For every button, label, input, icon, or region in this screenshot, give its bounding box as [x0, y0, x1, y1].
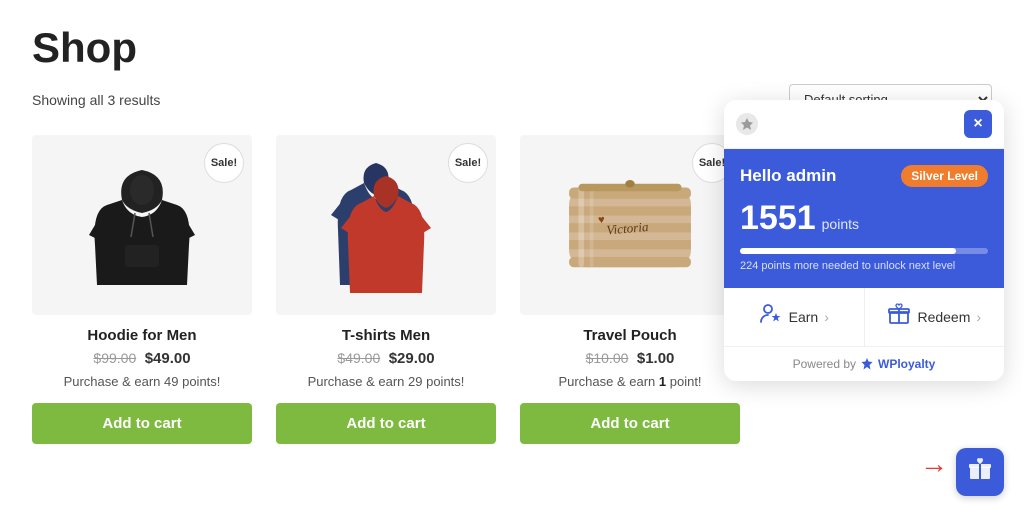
earn-text-tshirts: Purchase & earn 29 points! [276, 374, 496, 389]
redeem-label: Redeem [917, 309, 970, 325]
widget-actions: Earn › Redeem › [724, 288, 1004, 347]
wployalty-brand: WPloyalty [878, 357, 935, 371]
earn-action[interactable]: Earn › [724, 288, 865, 346]
powered-by-text: Powered by [793, 357, 856, 371]
logo-icon [740, 117, 754, 131]
floating-gift-button[interactable] [956, 448, 1004, 496]
widget-hero-top: Hello admin Silver Level [740, 165, 988, 187]
widget-close-button[interactable]: × [964, 110, 992, 138]
product-price-hoodie: $99.00 $49.00 [32, 350, 252, 368]
redeem-action-inner: Redeem › [887, 302, 981, 332]
earn-chevron-icon: › [824, 309, 829, 325]
product-price-tshirts: $49.00 $29.00 [276, 350, 496, 368]
wployalty-logo-icon [736, 113, 758, 135]
widget-topbar: × [724, 100, 1004, 149]
points-next-level-text: 224 points more needed to unlock next le… [740, 260, 988, 272]
points-number: 1551 [740, 199, 816, 238]
redeem-action[interactable]: Redeem › [865, 288, 1005, 346]
product-name-hoodie: Hoodie for Men [32, 327, 252, 344]
earn-icon [759, 302, 783, 332]
product-name-pouch: Travel Pouch [520, 327, 740, 344]
product-card-hoodie: Sale! Hoodie for Men $99 [32, 135, 252, 444]
redeem-svg-icon [887, 302, 911, 326]
widget-footer: Powered by WPloyalty [724, 347, 1004, 381]
points-label: points [822, 216, 859, 232]
gift-icon [967, 456, 993, 488]
price-new-hoodie: $49.00 [145, 350, 191, 367]
svg-text:♥: ♥ [598, 214, 606, 227]
points-progress-bar [740, 248, 988, 254]
redeem-chevron-icon: › [976, 309, 981, 325]
hoodie-icon [87, 155, 197, 295]
price-new-pouch: $1.00 [637, 350, 675, 367]
earn-text-hoodie: Purchase & earn 49 points! [32, 374, 252, 389]
red-arrow-indicator: → [920, 448, 948, 480]
widget-points-row: 1551 points [740, 199, 988, 238]
price-old-tshirts: $49.00 [337, 350, 380, 366]
wployalty-footer-icon [860, 357, 874, 371]
points-progress-fill [740, 248, 956, 254]
gift-svg-icon [967, 456, 993, 482]
silver-level-badge: Silver Level [901, 165, 988, 187]
widget-greeting: Hello admin [740, 166, 836, 186]
product-card-tshirts: Sale! T-shirts Men [276, 135, 496, 444]
price-old-pouch: $10.00 [586, 350, 629, 366]
pouch-icon: Victoria ♥ [555, 165, 705, 285]
product-image-tshirts: Sale! [276, 135, 496, 315]
add-to-cart-tshirts[interactable]: Add to cart [276, 403, 496, 444]
earn-svg-icon [759, 302, 783, 326]
sale-badge-hoodie: Sale! [204, 143, 244, 183]
product-card-pouch: Sale! Victoria ♥ [520, 135, 740, 444]
earn-action-inner: Earn › [759, 302, 829, 332]
product-image-hoodie: Sale! [32, 135, 252, 315]
sale-badge-tshirts: Sale! [448, 143, 488, 183]
tshirts-icon [316, 150, 456, 300]
results-count: Showing all 3 results [32, 92, 160, 108]
price-new-tshirts: $29.00 [389, 350, 435, 367]
redeem-icon [887, 302, 911, 332]
add-to-cart-pouch[interactable]: Add to cart [520, 403, 740, 444]
page-title: Shop [32, 24, 992, 72]
product-image-pouch: Sale! Victoria ♥ [520, 135, 740, 315]
earn-text-pouch: Purchase & earn 1 point! [520, 374, 740, 389]
price-old-hoodie: $99.00 [93, 350, 136, 366]
product-price-pouch: $10.00 $1.00 [520, 350, 740, 368]
wployalty-widget: × Hello admin Silver Level 1551 points 2… [724, 100, 1004, 381]
product-name-tshirts: T-shirts Men [276, 327, 496, 344]
widget-hero: Hello admin Silver Level 1551 points 224… [724, 149, 1004, 288]
add-to-cart-hoodie[interactable]: Add to cart [32, 403, 252, 444]
earn-label: Earn [789, 309, 819, 325]
